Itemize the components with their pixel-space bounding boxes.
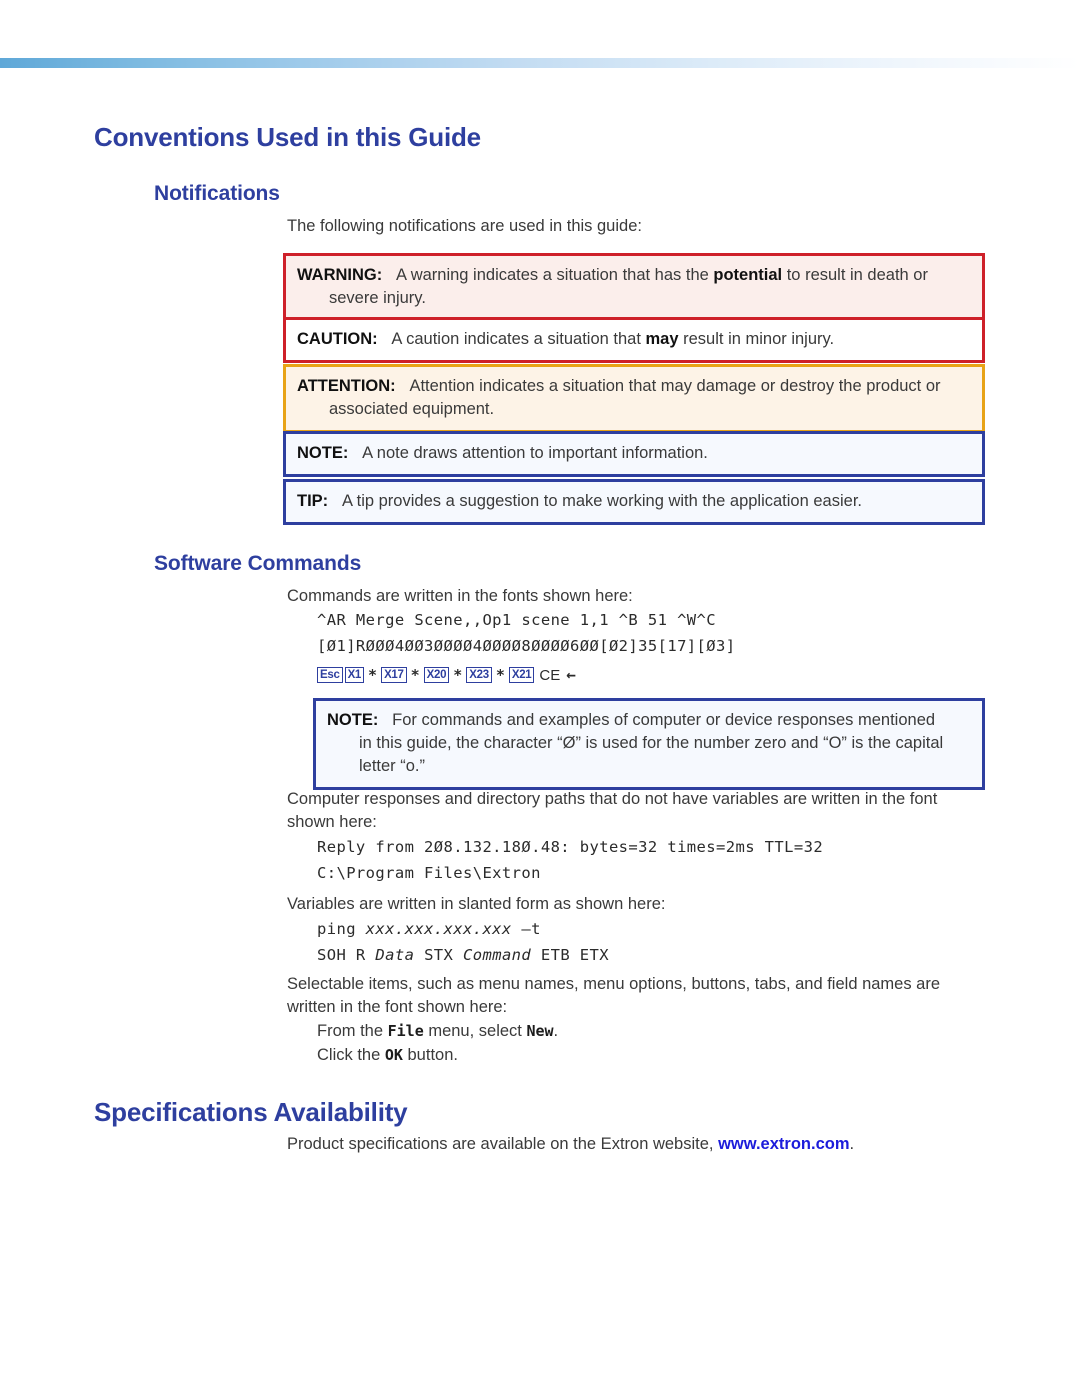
keycap-sequence: Esc X1 * X17 * X20 * X23 * X21 CE ← [317, 666, 576, 684]
heading-specifications-availability: Specifications Availability [94, 1097, 408, 1127]
notice-warning-text-b: to result in death or [782, 266, 928, 284]
code-line-ping: ping xxx.xxx.xxx.xxx –t [317, 920, 541, 938]
notice-note-label: NOTE: [297, 444, 349, 462]
specifications-text-a: Product specifications are available on … [287, 1135, 719, 1153]
code-ping-a: ping [317, 920, 366, 938]
keycap-separator-1: * [368, 666, 378, 684]
code-line-command-2: [Ø1]RØØØ4ØØ3ØØØØ4ØØØØ8ØØØØ6ØØ[Ø2]35[17][… [317, 637, 736, 655]
selectable-menu-a: From the [317, 1022, 388, 1040]
notice-caution: CAUTION: A caution indicates a situation… [283, 317, 985, 363]
extron-website-link[interactable]: www.extron.com [718, 1135, 849, 1153]
enter-arrow-icon: ← [566, 665, 576, 684]
notice-attention-line2: associated equipment. [329, 400, 495, 418]
notice-warning-text-a: A warning indicates a situation that has… [396, 266, 714, 284]
specifications-text-b: . [849, 1135, 855, 1153]
code-line-command-1: ^AR Merge Scene,,Op1 scene 1,1 ^B 51 ^W^… [317, 611, 717, 629]
code-soh-b: STX [414, 946, 464, 964]
selectable-menu-c: . [553, 1022, 559, 1040]
code-soh-command: Command [463, 946, 532, 964]
notice-note-text: A note draws attention to important info… [362, 444, 708, 462]
specifications-text: Product specifications are available on … [287, 1133, 987, 1156]
selectable-button-a: Click the [317, 1046, 385, 1064]
notice-note: NOTE: A note draws attention to importan… [283, 431, 985, 477]
keycap-x1: X1 [344, 667, 365, 683]
variables-intro: Variables are written in slanted form as… [287, 895, 666, 913]
heading-notifications: Notifications [154, 182, 280, 205]
page-title: Conventions Used in this Guide [94, 122, 481, 152]
selectable-menu-new: New [526, 1022, 554, 1040]
code-line-soh: SOH R Data STX Command ETB ETX [317, 946, 609, 964]
code-soh-data: Data [375, 946, 415, 964]
notice-tip-text: A tip provides a suggestion to make work… [341, 492, 862, 510]
selectable-example-menu: From the File menu, select New. [317, 1020, 1017, 1043]
heading-software-commands: Software Commands [154, 552, 362, 575]
notice-tip: TIP: A tip provides a suggestion to make… [283, 479, 985, 525]
selectable-intro-line1: Selectable items, such as menu names, me… [287, 975, 941, 993]
selectable-button-ok: OK [384, 1046, 403, 1064]
notice-caution-label: CAUTION: [297, 330, 378, 348]
keycap-esc: Esc [317, 667, 343, 683]
notice-attention: ATTENTION: Attention indicates a situati… [283, 364, 985, 433]
selectable-button-b: button. [402, 1046, 458, 1064]
notifications-intro-text: The following notifications are used in … [287, 217, 642, 235]
notice-warning: WARNING: A warning indicates a situation… [283, 253, 985, 322]
software-commands-intro: Commands are written in the fonts shown … [287, 587, 633, 605]
keycap-suffix-ce: CE [539, 666, 561, 684]
code-line-reply: Reply from 2Ø8.132.18Ø.48: bytes=32 time… [317, 838, 824, 856]
notice-note-zero-line3: letter “o.” [359, 757, 426, 775]
notice-warning-label: WARNING: [297, 266, 383, 284]
keycap-x17: X17 [381, 667, 407, 683]
notice-note-zero-label: NOTE: [327, 711, 379, 729]
selectable-menu-file: File [387, 1022, 424, 1040]
selectable-intro-line2: written in the font shown here: [287, 998, 508, 1016]
selectable-example-button: Click the OK button. [317, 1044, 1017, 1067]
keycap-x20: X20 [423, 667, 450, 683]
notice-tip-label: TIP: [297, 492, 329, 510]
notice-warning-text-bold: potential [713, 266, 783, 284]
code-ping-b: –t [511, 920, 541, 938]
notice-note-zero-line2: in this guide, the character “Ø” is used… [359, 734, 944, 752]
selectable-menu-b: menu, select [423, 1022, 527, 1040]
responses-intro-line2: shown here: [287, 813, 377, 831]
keycap-separator-4: * [495, 666, 505, 684]
notice-caution-text-bold: may [645, 330, 679, 348]
notice-caution-text-a: A caution indicates a situation that [391, 330, 646, 348]
notice-attention-text: Attention indicates a situation that may… [409, 377, 941, 395]
keycap-x21: X21 [508, 667, 535, 683]
keycap-separator-2: * [410, 666, 420, 684]
code-ping-variable: xxx.xxx.xxx.xxx [365, 920, 512, 938]
notice-note-zero-line1: For commands and examples of computer or… [392, 711, 936, 729]
keycap-x23: X23 [466, 667, 492, 683]
notice-attention-label: ATTENTION: [297, 377, 396, 395]
keycap-separator-3: * [453, 666, 463, 684]
code-soh-c: ETB ETX [531, 946, 609, 964]
code-soh-a: SOH R [317, 946, 376, 964]
header-gradient-rule [0, 58, 1080, 68]
code-line-path: C:\Program Files\Extron [317, 864, 541, 882]
notice-caution-text-b: result in minor injury. [678, 330, 835, 348]
responses-intro-line1: Computer responses and directory paths t… [287, 790, 938, 808]
notice-note-zero-convention: NOTE: For commands and examples of compu… [313, 698, 985, 790]
notice-warning-line2: severe injury. [329, 289, 426, 307]
